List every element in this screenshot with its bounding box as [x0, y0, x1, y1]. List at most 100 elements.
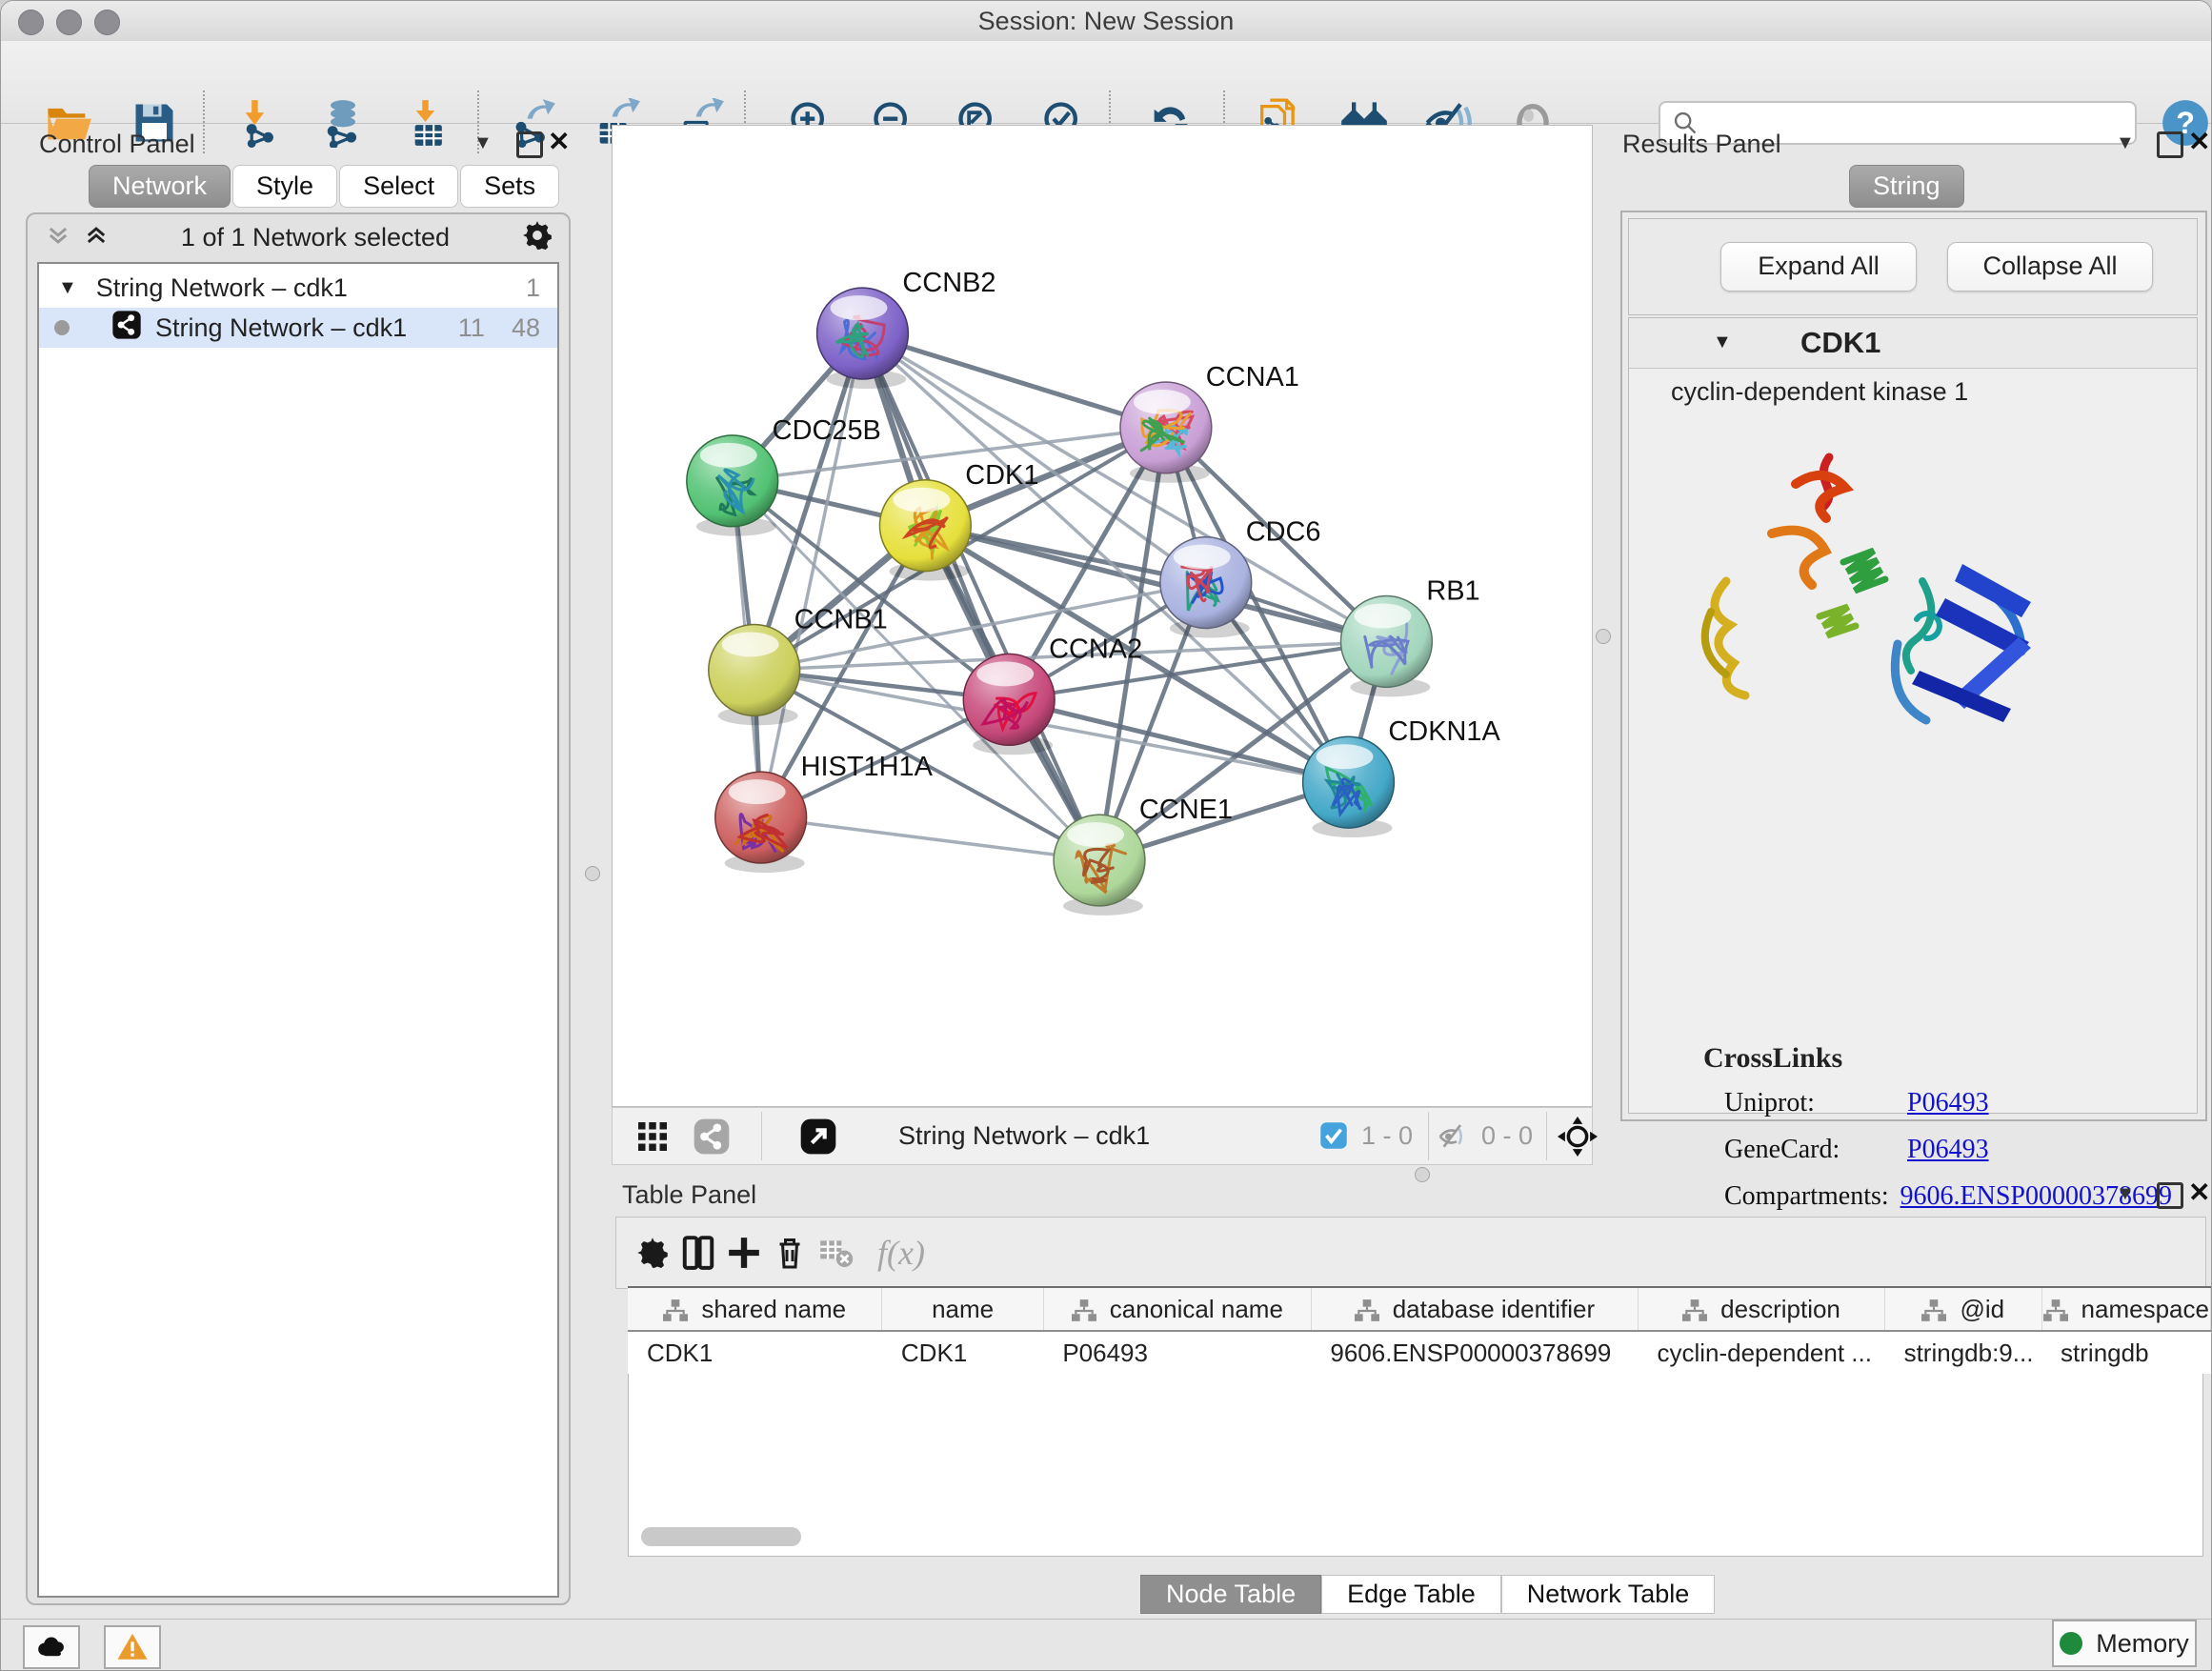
crosslinks-heading: CrossLinks [1703, 1042, 1842, 1075]
table-cell[interactable]: P06493 [1043, 1331, 1311, 1374]
selected-checkbox-icon[interactable] [1319, 1121, 1348, 1155]
crosslink-link[interactable]: P06493 [1907, 1135, 1989, 1165]
network-label: String Network – cdk1 [155, 313, 407, 343]
delete-column-icon[interactable] [767, 1230, 813, 1276]
horizontal-scrollbar[interactable] [641, 1527, 801, 1546]
show-columns-icon[interactable] [675, 1230, 721, 1276]
network-node-rb1[interactable]: RB1 [1341, 576, 1480, 697]
string-network-icon [111, 310, 142, 347]
collapse-all-networks-icon[interactable] [45, 222, 71, 253]
network-node-hist1h1a[interactable]: HIST1H1A [715, 752, 934, 873]
network-node-cdkn1a[interactable]: CDKN1A [1303, 716, 1501, 837]
results-panel-close-icon[interactable]: ✕ [2188, 126, 2210, 157]
network-canvas[interactable]: CCNB2CCNA1CDC25BCDK1CDC6RB1CCNB1CCNA2CDK… [612, 125, 1593, 1107]
network-options-gear-icon[interactable] [521, 219, 553, 256]
collection-count: 1 [526, 273, 540, 303]
tab-node-table[interactable]: Node Table [1140, 1575, 1321, 1614]
expand-all-networks-icon[interactable] [83, 222, 110, 253]
table-cell[interactable]: stringdb:9... [1885, 1331, 2041, 1374]
import-network-database-icon[interactable] [315, 95, 371, 151]
column-header-name[interactable]: name [882, 1287, 1043, 1331]
column-header-database-identifier[interactable]: database identifier [1311, 1287, 1638, 1331]
table-panel-title: Table Panel [622, 1180, 756, 1210]
tab-style[interactable]: Style [232, 165, 337, 208]
tab-network[interactable]: Network [89, 165, 231, 208]
table-header-row[interactable]: shared name namecanonical namedatabase id… [628, 1287, 2211, 1331]
tab-sets[interactable]: Sets [460, 165, 559, 208]
control-panel-float-icon[interactable] [516, 131, 543, 158]
gene-collapse-icon[interactable]: ▼ [1713, 332, 1732, 353]
tab-network-table[interactable]: Network Table [1501, 1575, 1716, 1614]
collection-expand-icon[interactable]: ▼ [58, 277, 77, 299]
delete-table-icon [813, 1230, 858, 1276]
table-panel-menu-icon[interactable]: ▼ [2116, 1183, 2135, 1205]
network-share-icon[interactable] [693, 1117, 731, 1160]
control-panel-menu-icon[interactable]: ▼ [473, 132, 493, 154]
network-node-ccnb2[interactable]: CCNB2 [817, 268, 996, 389]
network-edge[interactable] [761, 817, 1099, 860]
network-row[interactable]: String Network – cdk1 11 48 [39, 308, 557, 348]
table-cell[interactable]: CDK1 [882, 1331, 1043, 1374]
control-panel-tabs: NetworkStyleSelectSets [89, 165, 561, 208]
warning-button[interactable] [104, 1625, 161, 1669]
crosslink-label: Uniprot: [1724, 1088, 1907, 1118]
tab-string[interactable]: String [1849, 165, 1964, 208]
import-table-icon[interactable] [404, 95, 459, 151]
right-splitter-handle[interactable] [1596, 629, 1611, 644]
shared-column-icon [1072, 1299, 1096, 1322]
table-cell[interactable]: 9606.ENSP00000378699 [1311, 1331, 1638, 1374]
open-in-window-icon[interactable] [799, 1117, 837, 1160]
memory-status-dot-icon [2060, 1632, 2082, 1655]
network-edge[interactable] [862, 333, 1165, 428]
control-panel-close-icon[interactable]: ✕ [548, 126, 570, 157]
table-cell[interactable]: cyclin-dependent ... [1638, 1331, 1884, 1374]
tab-edge-table[interactable]: Edge Table [1321, 1575, 1501, 1614]
gene-section: ▼ CDK1 cyclin-dependent kinase 1 [1628, 317, 2198, 1114]
horizontal-splitter-handle[interactable] [1415, 1167, 1430, 1182]
column-header-canonical-name[interactable]: canonical name [1043, 1287, 1311, 1331]
network-edge-count: 48 [512, 313, 540, 343]
hidden-eye-icon [1438, 1121, 1468, 1157]
node-table[interactable]: shared name namecanonical namedatabase id… [628, 1286, 2211, 1374]
shared-column-icon [2043, 1299, 2068, 1322]
network-node-ccne1[interactable]: CCNE1 [1054, 795, 1233, 916]
network-node-ccna1[interactable]: CCNA1 [1120, 362, 1299, 483]
app-window: Session: New Session [0, 0, 2212, 1671]
network-edge[interactable] [761, 333, 863, 817]
gene-symbol: CDK1 [1800, 326, 1880, 360]
function-builder-icon: f(x) [858, 1230, 944, 1276]
tab-select[interactable]: Select [339, 165, 458, 208]
column-header-description[interactable]: description [1638, 1287, 1884, 1331]
table-row[interactable]: CDK1CDK1P064939606.ENSP00000378699cyclin… [628, 1331, 2211, 1374]
results-panel-menu-icon[interactable]: ▼ [2116, 132, 2135, 154]
table-panel-float-icon[interactable] [2157, 1182, 2183, 1209]
table-options-gear-icon[interactable] [630, 1230, 675, 1276]
node-label: CCNB2 [902, 268, 995, 298]
import-network-file-icon[interactable] [234, 95, 290, 151]
column-header-namespace[interactable]: namespace [2041, 1287, 2210, 1331]
gene-header[interactable]: ▼ CDK1 [1629, 318, 2197, 369]
node-label: CDC25B [773, 415, 881, 446]
results-panel-float-icon[interactable] [2157, 131, 2183, 158]
selected-counts: 1 - 0 [1361, 1121, 1413, 1151]
column-header-label: shared name [701, 1295, 846, 1323]
grid-view-icon[interactable] [635, 1119, 670, 1158]
crosslink-link[interactable]: P06493 [1907, 1088, 1989, 1118]
table-cell[interactable]: stringdb [2041, 1331, 2210, 1374]
create-column-icon[interactable] [721, 1230, 767, 1276]
left-splitter-handle[interactable] [585, 866, 600, 881]
table-panel-close-icon[interactable]: ✕ [2188, 1177, 2210, 1208]
table-cell[interactable]: CDK1 [628, 1331, 882, 1374]
network-node-cdk1[interactable]: CDK1 [879, 460, 1038, 581]
column-header-shared-name[interactable]: shared name [628, 1287, 882, 1331]
column-header--id[interactable]: @id [1885, 1287, 2041, 1331]
crosslink-row: Uniprot:P06493 [1724, 1088, 2172, 1118]
cloud-button[interactable] [23, 1625, 80, 1669]
collapse-all-button[interactable]: Collapse All [1947, 242, 2153, 292]
birdseye-navigator-icon[interactable] [1558, 1117, 1598, 1161]
memory-button[interactable]: Memory [2052, 1620, 2197, 1667]
expand-all-button[interactable]: Expand All [1720, 242, 1917, 292]
crosslink-label: GeneCard: [1724, 1135, 1907, 1165]
network-collection-row[interactable]: ▼ String Network – cdk1 1 [39, 268, 557, 308]
network-graph[interactable]: CCNB2CCNA1CDC25BCDK1CDC6RB1CCNB1CCNA2CDK… [613, 126, 1592, 1106]
